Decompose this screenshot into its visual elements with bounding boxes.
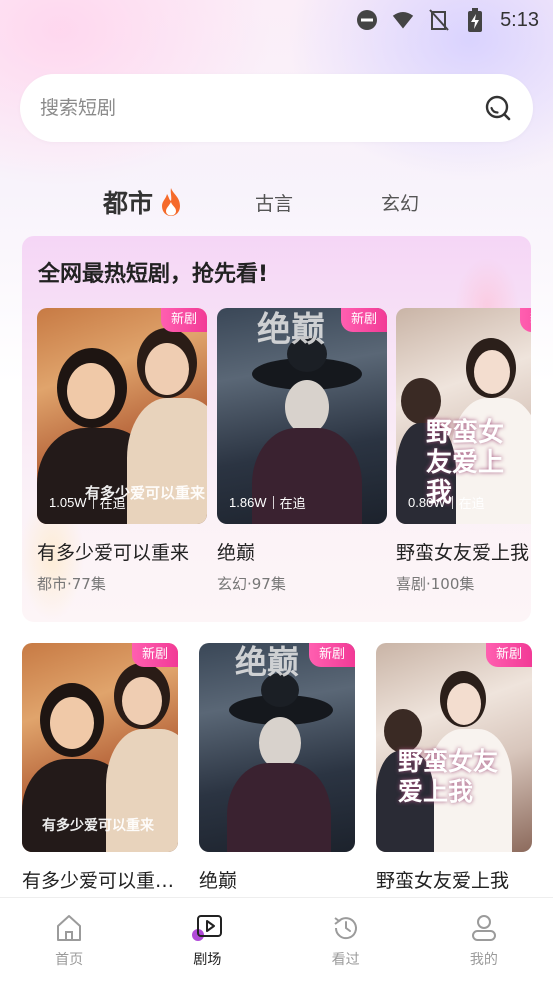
view-stats: 0.80W 在追: [408, 493, 485, 512]
drama-poster[interactable]: 野蛮女友爱上我 新剧: [376, 643, 532, 852]
do-not-disturb-icon: [356, 9, 378, 31]
history-icon: [331, 913, 361, 943]
drama-poster[interactable]: 绝巅 新剧 1.86W 在追: [217, 308, 387, 524]
new-badge: 新剧: [519, 308, 531, 332]
new-badge: 新剧: [131, 643, 178, 667]
view-stats: 1.05W 在追: [49, 493, 126, 512]
new-badge: 新剧: [485, 643, 532, 667]
drama-grid-card[interactable]: 野蛮女友爱上我 新剧 野蛮女友爱上我: [376, 643, 532, 893]
battery-icon: [464, 8, 486, 32]
hot-dramas-panel: 全网最热短剧，抢先看! 有多少爱可以重来 新剧 1.05W 在追 有多少爱可以重…: [22, 236, 531, 622]
follow-status: 在追: [279, 496, 306, 511]
drama-poster[interactable]: 绝巅 新剧: [199, 643, 355, 852]
drama-title[interactable]: 绝巅: [217, 538, 387, 565]
nav-label: 看过: [331, 951, 360, 968]
divider: [451, 496, 453, 509]
poster-title-art: 绝巅: [257, 310, 325, 350]
no-signal-icon: [428, 9, 450, 31]
nav-theater[interactable]: 剧场: [138, 898, 276, 983]
nav-history[interactable]: 看过: [277, 898, 415, 983]
new-badge: 新剧: [340, 308, 387, 332]
profile-icon: [469, 913, 499, 943]
new-badge: 新剧: [308, 643, 355, 667]
divider: [272, 496, 274, 509]
view-count: 1.86W: [229, 495, 267, 510]
tab-label: 古言: [255, 192, 294, 215]
drama-title[interactable]: 有多少爱可以重来: [37, 538, 207, 565]
bottom-navigation: 首页 剧场 看过 我的: [0, 897, 553, 983]
theater-icon: [192, 913, 223, 943]
drama-title[interactable]: 野蛮女友爱上我: [376, 866, 532, 893]
divider: [92, 496, 94, 509]
poster-title-art: 绝巅: [235, 643, 300, 681]
tab-label: 玄幻: [381, 192, 420, 215]
search-input[interactable]: [40, 97, 483, 119]
nav-home[interactable]: 首页: [0, 898, 138, 983]
home-icon: [54, 913, 84, 943]
follow-status: 在追: [458, 496, 485, 511]
fire-icon: [159, 187, 183, 217]
drama-meta: 喜剧·100集: [396, 575, 475, 593]
drama-title[interactable]: 野蛮女友爱上我: [396, 538, 531, 565]
drama-meta: 都市·77集: [37, 575, 106, 593]
nav-label: 我的: [469, 951, 498, 968]
tab-fantasy[interactable]: 玄幻: [381, 180, 419, 224]
wifi-icon: [392, 9, 414, 31]
nav-label: 首页: [55, 951, 84, 968]
drama-grid-card[interactable]: 绝巅 新剧 绝巅: [199, 643, 355, 893]
drama-poster[interactable]: 野蛮女友爱上我 新剧 0.80W 在追: [396, 308, 531, 524]
drama-card[interactable]: 野蛮女友爱上我 新剧 0.80W 在追 野蛮女友爱上我 喜剧·100集: [396, 308, 531, 594]
drama-title[interactable]: 绝巅: [199, 866, 355, 893]
view-stats: 1.86W 在追: [229, 493, 306, 512]
drama-title[interactable]: 有多少爱可以重…: [22, 866, 178, 893]
view-count: 1.05W: [49, 495, 87, 510]
tab-ancient[interactable]: 古言: [255, 180, 293, 224]
poster-title-art: 野蛮女友爱上我: [398, 747, 499, 806]
nav-profile[interactable]: 我的: [415, 898, 553, 983]
drama-poster[interactable]: 有多少爱可以重来 新剧 1.05W 在追: [37, 308, 207, 524]
status-time: 5:13: [500, 8, 539, 31]
nav-label: 剧场: [193, 951, 222, 968]
hot-section-title: 全网最热短剧，抢先看!: [38, 262, 269, 287]
follow-status: 在追: [99, 496, 126, 511]
tab-city[interactable]: 都市: [103, 180, 183, 224]
category-tabs: 都市 古言 玄幻: [0, 180, 553, 224]
search-icon[interactable]: [483, 93, 513, 123]
view-count: 0.80W: [408, 495, 446, 510]
drama-meta: 玄幻·97集: [217, 575, 286, 593]
poster-title-art: 有多少爱可以重来: [42, 818, 154, 834]
new-badge: 新剧: [160, 308, 207, 332]
drama-poster[interactable]: 有多少爱可以重来 新剧: [22, 643, 178, 852]
drama-card[interactable]: 绝巅 新剧 1.86W 在追 绝巅 玄幻·97集: [217, 308, 387, 594]
search-bar[interactable]: [20, 74, 533, 142]
tab-label: 都市: [103, 189, 154, 218]
status-bar: 5:13: [0, 0, 553, 40]
drama-grid-card[interactable]: 有多少爱可以重来 新剧 有多少爱可以重…: [22, 643, 178, 893]
drama-card[interactable]: 有多少爱可以重来 新剧 1.05W 在追 有多少爱可以重来 都市·77集: [37, 308, 207, 594]
